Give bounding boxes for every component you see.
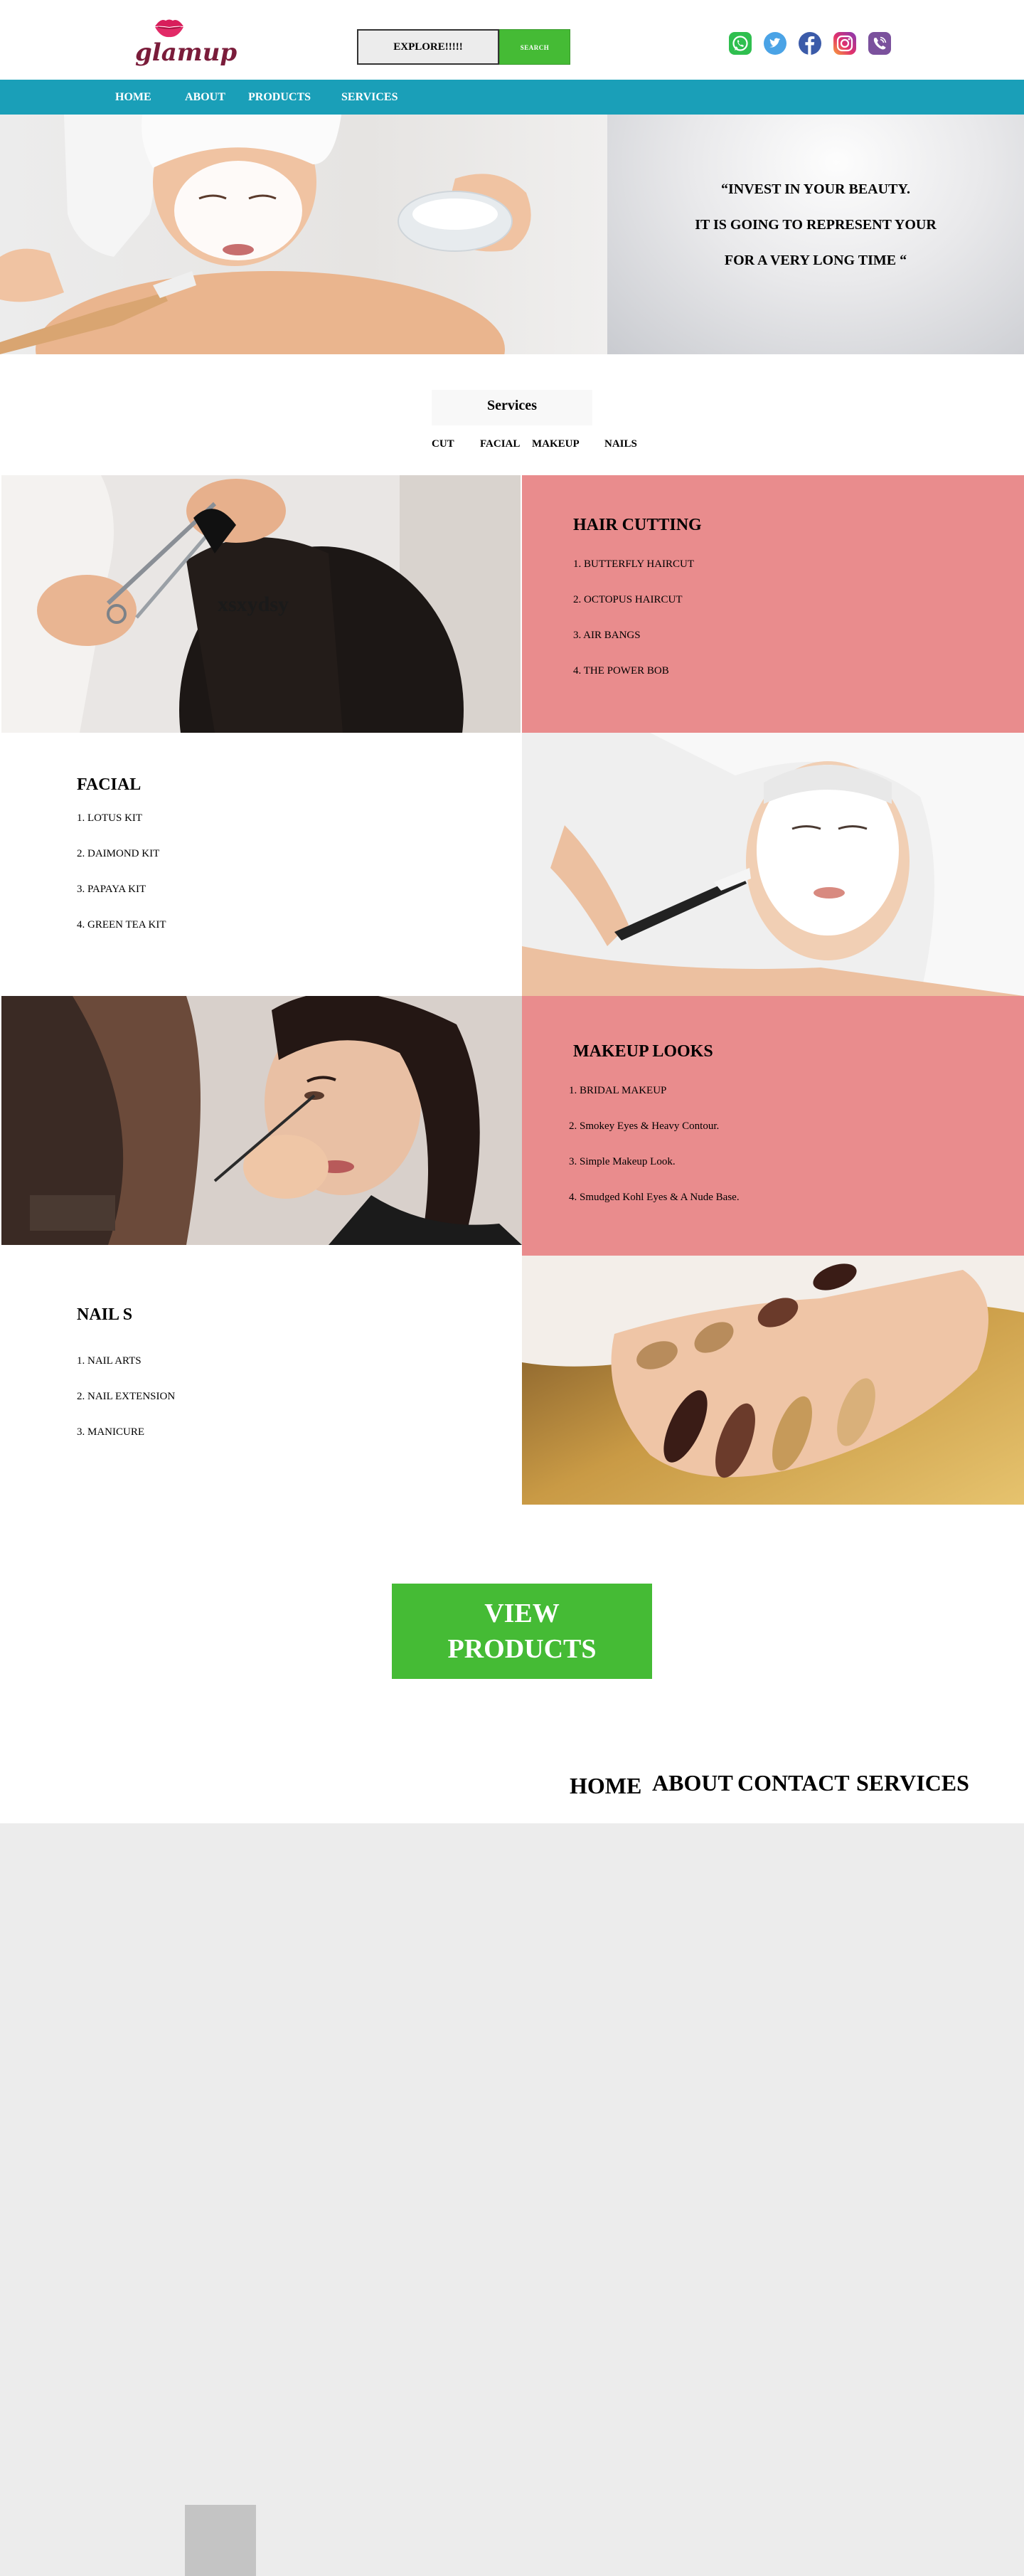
footer-contact[interactable]: CONTACT: [737, 1770, 850, 1796]
list-item: 4. GREEN TEA KIT: [77, 919, 166, 931]
list-item: 4. THE POWER BOB: [573, 665, 669, 677]
twitter-icon[interactable]: [763, 31, 787, 55]
list-item: 1. BUTTERFLY HAIRCUT: [573, 558, 695, 570]
lips-logo-icon: [155, 19, 183, 38]
instagram-icon[interactable]: [833, 31, 857, 55]
category-title: HAIR CUTTING: [573, 516, 702, 534]
nails-panel: NAIL S 1. NAIL ARTS 2. NAIL EXTENSION 3.…: [0, 1256, 522, 1505]
list-item: 1. LOTUS KIT: [77, 812, 143, 824]
quote-line: IT IS GOING TO REPRESENT YOUR: [695, 217, 937, 233]
whatsapp-icon[interactable]: [728, 31, 752, 55]
footer-about[interactable]: ABOUT: [652, 1770, 733, 1796]
nav-services[interactable]: SERVICES: [341, 80, 398, 115]
services-title: Services: [432, 390, 592, 425]
hero-facial-image: [0, 115, 607, 354]
list-item: 3. PAPAYA KIT: [77, 884, 146, 895]
header: glamup SEARCH: [0, 0, 1024, 80]
list-item: 3. Simple Makeup Look.: [569, 1156, 676, 1167]
placeholder-box: [185, 2505, 256, 2576]
tab-facial[interactable]: FACIAL: [480, 438, 520, 450]
tab-cut[interactable]: CUT: [432, 438, 454, 450]
overlay-text: xsxydsy: [218, 593, 289, 616]
search-input[interactable]: [357, 29, 499, 65]
list-item: 1. NAIL ARTS: [77, 1355, 142, 1367]
viber-icon[interactable]: [868, 31, 892, 55]
view-products-button[interactable]: VIEW PRODUCTS: [392, 1584, 652, 1679]
cta-line: PRODUCTS: [447, 1634, 597, 1664]
logo[interactable]: glamup: [132, 17, 237, 71]
category-title: NAIL S: [77, 1305, 133, 1324]
social-links: [728, 31, 892, 55]
tab-makeup[interactable]: MAKEUP: [532, 438, 580, 450]
search-button[interactable]: SEARCH: [499, 29, 570, 65]
facebook-icon[interactable]: [798, 31, 822, 55]
list-item: 3. AIR BANGS: [573, 630, 641, 641]
footer-services[interactable]: SERVICES: [856, 1770, 969, 1796]
list-item: 1. BRIDAL MAKEUP: [569, 1085, 667, 1096]
facial-panel: FACIAL 1. LOTUS KIT 2. DAIMOND KIT 3. PA…: [0, 733, 522, 996]
quote-line: “INVEST IN YOUR BEAUTY.: [721, 181, 910, 197]
hair-cutting-panel: HAIR CUTTING 1. BUTTERFLY HAIRCUT 2. OCT…: [522, 475, 1024, 733]
makeup-panel: MAKEUP LOOKS 1. BRIDAL MAKEUP 2. Smokey …: [522, 996, 1024, 1256]
cta-line: VIEW: [484, 1599, 560, 1628]
nav-home[interactable]: HOME: [115, 80, 151, 115]
list-item: 2. OCTOPUS HAIRCUT: [573, 594, 683, 605]
list-item: 2. NAIL EXTENSION: [77, 1391, 176, 1402]
category-title: MAKEUP LOOKS: [573, 1042, 713, 1061]
nails-image: [522, 1256, 1024, 1505]
main-nav: HOME ABOUT PRODUCTS SERVICES: [0, 80, 1024, 115]
makeup-image: [1, 996, 522, 1245]
category-title: FACIAL: [77, 775, 142, 794]
hero-quote-panel: “INVEST IN YOUR BEAUTY. IT IS GOING TO R…: [607, 115, 1024, 354]
tab-nails[interactable]: NAILS: [604, 438, 637, 450]
list-item: 4. Smudged Kohl Eyes & A Nude Base.: [569, 1192, 740, 1203]
page-content: glamup SEARCH: [0, 0, 1024, 1823]
footer-home[interactable]: HOME: [570, 1773, 641, 1799]
quote-line: FOR A VERY LONG TIME “: [724, 253, 907, 268]
list-item: 2. Smokey Eyes & Heavy Contour.: [569, 1120, 720, 1132]
list-item: 3. MANICURE: [77, 1426, 145, 1438]
nav-products[interactable]: PRODUCTS: [248, 80, 311, 115]
facial-image: [522, 733, 1024, 996]
logo-text: glamup: [135, 38, 238, 67]
list-item: 2. DAIMOND KIT: [77, 848, 160, 859]
nav-about[interactable]: ABOUT: [185, 80, 225, 115]
